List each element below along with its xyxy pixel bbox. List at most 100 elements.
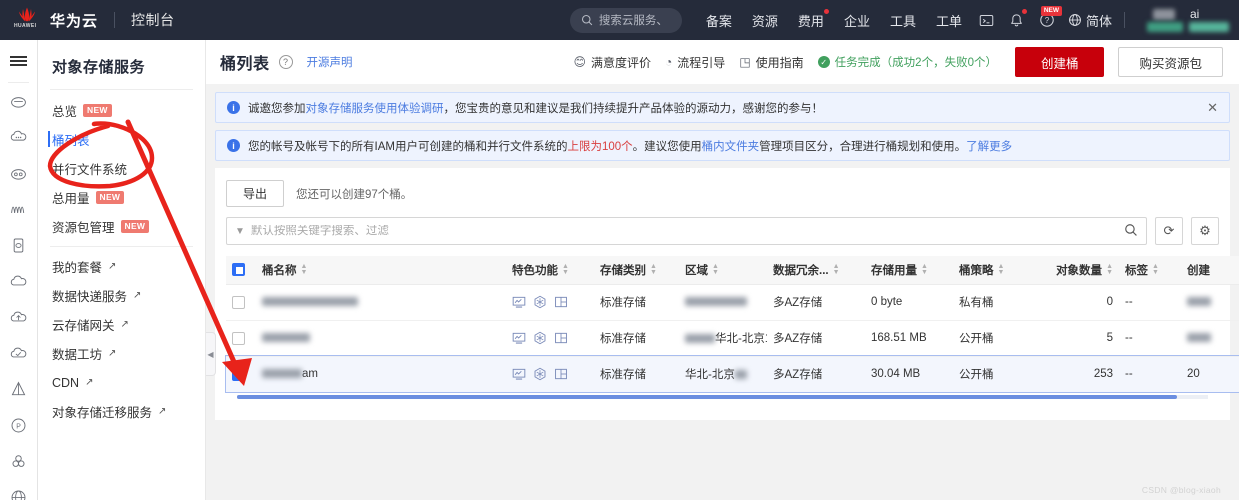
snowflake-icon[interactable] [533, 295, 547, 309]
satisfaction-survey-button[interactable]: 😊 满意度评价 [574, 54, 652, 71]
survey-alert-link[interactable]: 对象存储服务使用体验调研 [306, 103, 444, 115]
open-source-declaration-link[interactable]: 开源声明 [307, 54, 353, 70]
learn-more-link[interactable]: 了解更多 [966, 141, 1012, 153]
scrollbar-thumb[interactable] [237, 394, 1177, 399]
user-account-area[interactable]: ai [1145, 5, 1231, 35]
nav-item-billing[interactable]: 费用 [788, 0, 834, 40]
rail-icon-cloud-plain[interactable] [0, 263, 37, 299]
sort-icon[interactable]: ▲ ▼ [301, 263, 308, 276]
nav-item-beian[interactable]: 备案 [696, 0, 742, 40]
cell-bucket-name[interactable]: am [256, 356, 506, 393]
select-all-checkbox[interactable] [232, 263, 245, 277]
table-row[interactable]: 标准存储 华北-北京1 多AZ存储 168.51 MB 公开桶 5 -- [226, 320, 1239, 357]
bucket-search-input[interactable] [250, 225, 1124, 237]
cell-bucket-name[interactable] [256, 284, 506, 321]
sidebar-item-my-package[interactable]: 我的套餐 ↗ [38, 252, 205, 281]
bucket-folder-link[interactable]: 桶内文件夹 [702, 141, 760, 153]
sort-icon[interactable]: ▲ ▼ [833, 263, 840, 276]
sidebar-collapse-handle[interactable]: ◀ [206, 332, 216, 376]
sidebar-item-storage-gateway[interactable]: 云存储网关 ↗ [38, 310, 205, 339]
row-checkbox[interactable] [232, 295, 245, 309]
language-switcher[interactable]: 简体 [1062, 11, 1118, 30]
table-row[interactable]: ✓ am 标准存储 华北-北京 多AZ存储 30.04 MB 公开桶 253 -… [225, 355, 1239, 393]
row-checkbox[interactable] [232, 331, 245, 345]
th-bucket-policy[interactable]: 桶策略 ▲ ▼ [953, 256, 1031, 285]
huawei-logo-icon[interactable]: HUAWEI [12, 5, 42, 35]
sidebar-item-resource-package-badge: NEW [120, 220, 150, 233]
layout-icon[interactable] [554, 367, 568, 381]
sidebar-item-data-express[interactable]: 数据快递服务 ↗ [38, 281, 205, 310]
cell-bucket-name[interactable] [256, 320, 506, 357]
global-search-box[interactable]: 搜索云服务、 [569, 7, 682, 33]
th-used-capacity[interactable]: 存储用量 ▲ ▼ [865, 256, 953, 285]
rail-icon-cloud-check[interactable] [0, 335, 37, 371]
sort-icon[interactable]: ▲ ▼ [650, 263, 657, 276]
buy-resource-package-button[interactable]: 购买资源包 [1118, 47, 1223, 77]
th-object-count[interactable]: 对象数量 ▲ ▼ [1031, 256, 1119, 285]
console-label[interactable]: 控制台 [131, 10, 175, 30]
rail-icon-globe[interactable] [0, 479, 37, 500]
task-status-indicator[interactable]: ✓ 任务完成（成功2个，失败0个） [817, 54, 997, 70]
sort-icon[interactable]: ▲ ▼ [712, 263, 719, 276]
sidebar-item-resource-package[interactable]: 资源包管理 NEW [38, 212, 205, 241]
sidebar-item-total-usage[interactable]: 总用量 NEW [38, 183, 205, 212]
rail-icon-cloud-upload[interactable] [0, 299, 37, 335]
th-region[interactable]: 区域 ▲ ▼ [679, 256, 767, 285]
brand-name[interactable]: 华为云 [50, 10, 98, 31]
row-checkbox[interactable]: ✓ [232, 367, 245, 381]
export-button[interactable]: 导出 [226, 180, 284, 207]
th-created-time[interactable]: 创建 [1181, 256, 1239, 285]
monitor-icon[interactable] [512, 367, 526, 381]
sidebar-item-overview[interactable]: 总览 NEW [38, 96, 205, 125]
help-question-icon[interactable]: ? NEW [1032, 0, 1062, 40]
th-storage-class[interactable]: 存储类别 ▲ ▼ [594, 256, 679, 285]
process-guide-button[interactable]: ◔ 流程引导 [665, 54, 725, 71]
monitor-icon[interactable] [512, 331, 526, 345]
table-horizontal-scrollbar[interactable] [235, 392, 1210, 401]
th-redundancy[interactable]: 数据冗余... ▲ ▼ [767, 256, 865, 285]
rail-icon-cloud-dots[interactable] [0, 119, 37, 155]
rail-icon-device[interactable] [0, 227, 37, 263]
rail-icon-cloud-cluster[interactable] [0, 155, 37, 191]
rail-icon-circle-p[interactable]: P [0, 407, 37, 443]
nav-item-resources[interactable]: 资源 [742, 0, 788, 40]
layout-icon[interactable] [554, 331, 568, 345]
close-icon[interactable]: ✕ [1197, 100, 1218, 116]
menu-toggle-button[interactable] [0, 40, 37, 82]
nav-item-tickets[interactable]: 工单 [926, 0, 972, 40]
snowflake-icon[interactable] [533, 367, 547, 381]
search-icon[interactable] [1124, 223, 1138, 240]
rail-icon-pyramid[interactable] [0, 371, 37, 407]
rail-icon-waveform[interactable] [0, 191, 37, 227]
th-features[interactable]: 特色功能 ▲ ▼ [506, 256, 594, 285]
sidebar-item-parallel-fs[interactable]: 并行文件系统 [38, 154, 205, 183]
sidebar-item-migration-service[interactable]: 对象存储迁移服务 ↗ [38, 397, 205, 426]
sidebar-item-data-workshop[interactable]: 数据工坊 ↗ [38, 339, 205, 368]
sidebar-item-cdn[interactable]: CDN ↗ [38, 368, 205, 397]
bucket-search-box[interactable]: ▼ [226, 217, 1147, 245]
layout-icon[interactable] [554, 295, 568, 309]
sort-icon[interactable]: ▲ ▼ [1152, 263, 1159, 276]
monitor-icon[interactable] [512, 295, 526, 309]
sort-icon[interactable]: ▲ ▼ [562, 263, 569, 276]
info-icon: i [227, 101, 240, 114]
table-row[interactable]: 标准存储 多AZ存储 0 byte 私有桶 0 -- [226, 284, 1239, 321]
table-settings-button[interactable]: ⚙ [1191, 217, 1219, 245]
sidebar-item-bucket-list[interactable]: 桶列表 [38, 125, 205, 154]
rail-icon-cloud-storage[interactable] [0, 83, 37, 119]
sort-icon[interactable]: ▲ ▼ [1106, 263, 1113, 276]
create-bucket-button[interactable]: 创建桶 [1014, 47, 1105, 77]
th-bucket-name[interactable]: 桶名称 ▲ ▼ [256, 256, 506, 285]
rail-icon-three-circles[interactable] [0, 443, 37, 479]
snowflake-icon[interactable] [533, 331, 547, 345]
page-help-icon[interactable]: ? [278, 55, 293, 69]
nav-item-enterprise[interactable]: 企业 [834, 0, 880, 40]
cloud-shell-icon[interactable] [972, 0, 1002, 40]
refresh-button[interactable]: ⟳ [1155, 217, 1183, 245]
sort-icon[interactable]: ▲ ▼ [998, 263, 1005, 276]
user-guide-button[interactable]: ◳ 使用指南 [739, 54, 803, 71]
notification-bell-icon[interactable] [1002, 0, 1032, 40]
sort-icon[interactable]: ▲ ▼ [921, 263, 928, 276]
nav-item-tools[interactable]: 工具 [880, 0, 926, 40]
th-tags[interactable]: 标签 ▲ ▼ [1119, 256, 1181, 285]
